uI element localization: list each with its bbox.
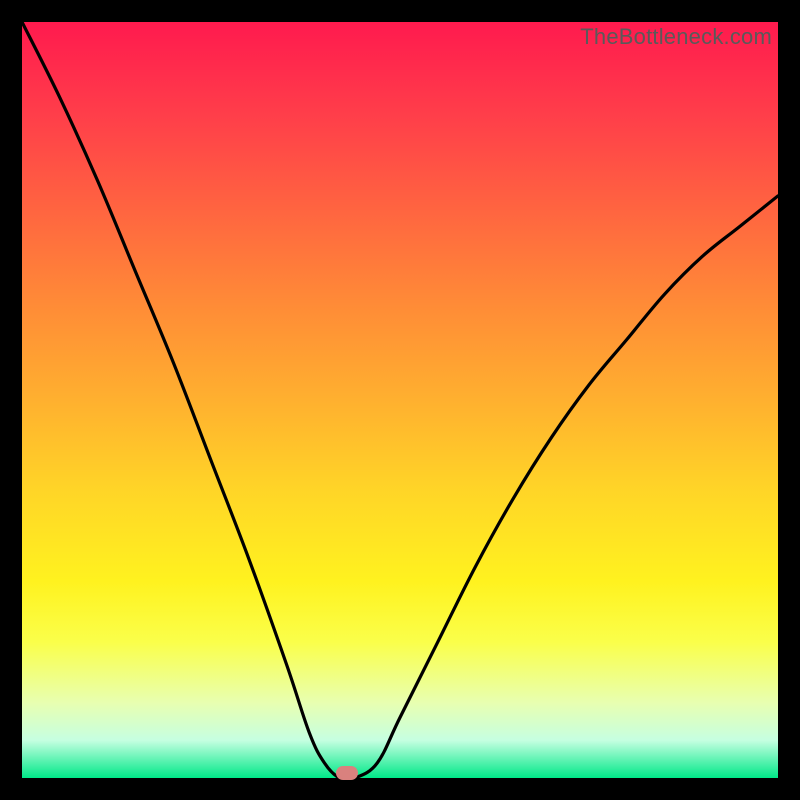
plot-area: TheBottleneck.com (22, 22, 778, 778)
curve-path (22, 22, 778, 778)
bottleneck-curve (22, 22, 778, 778)
chart-frame: TheBottleneck.com (0, 0, 800, 800)
optimal-point-marker (336, 766, 358, 780)
